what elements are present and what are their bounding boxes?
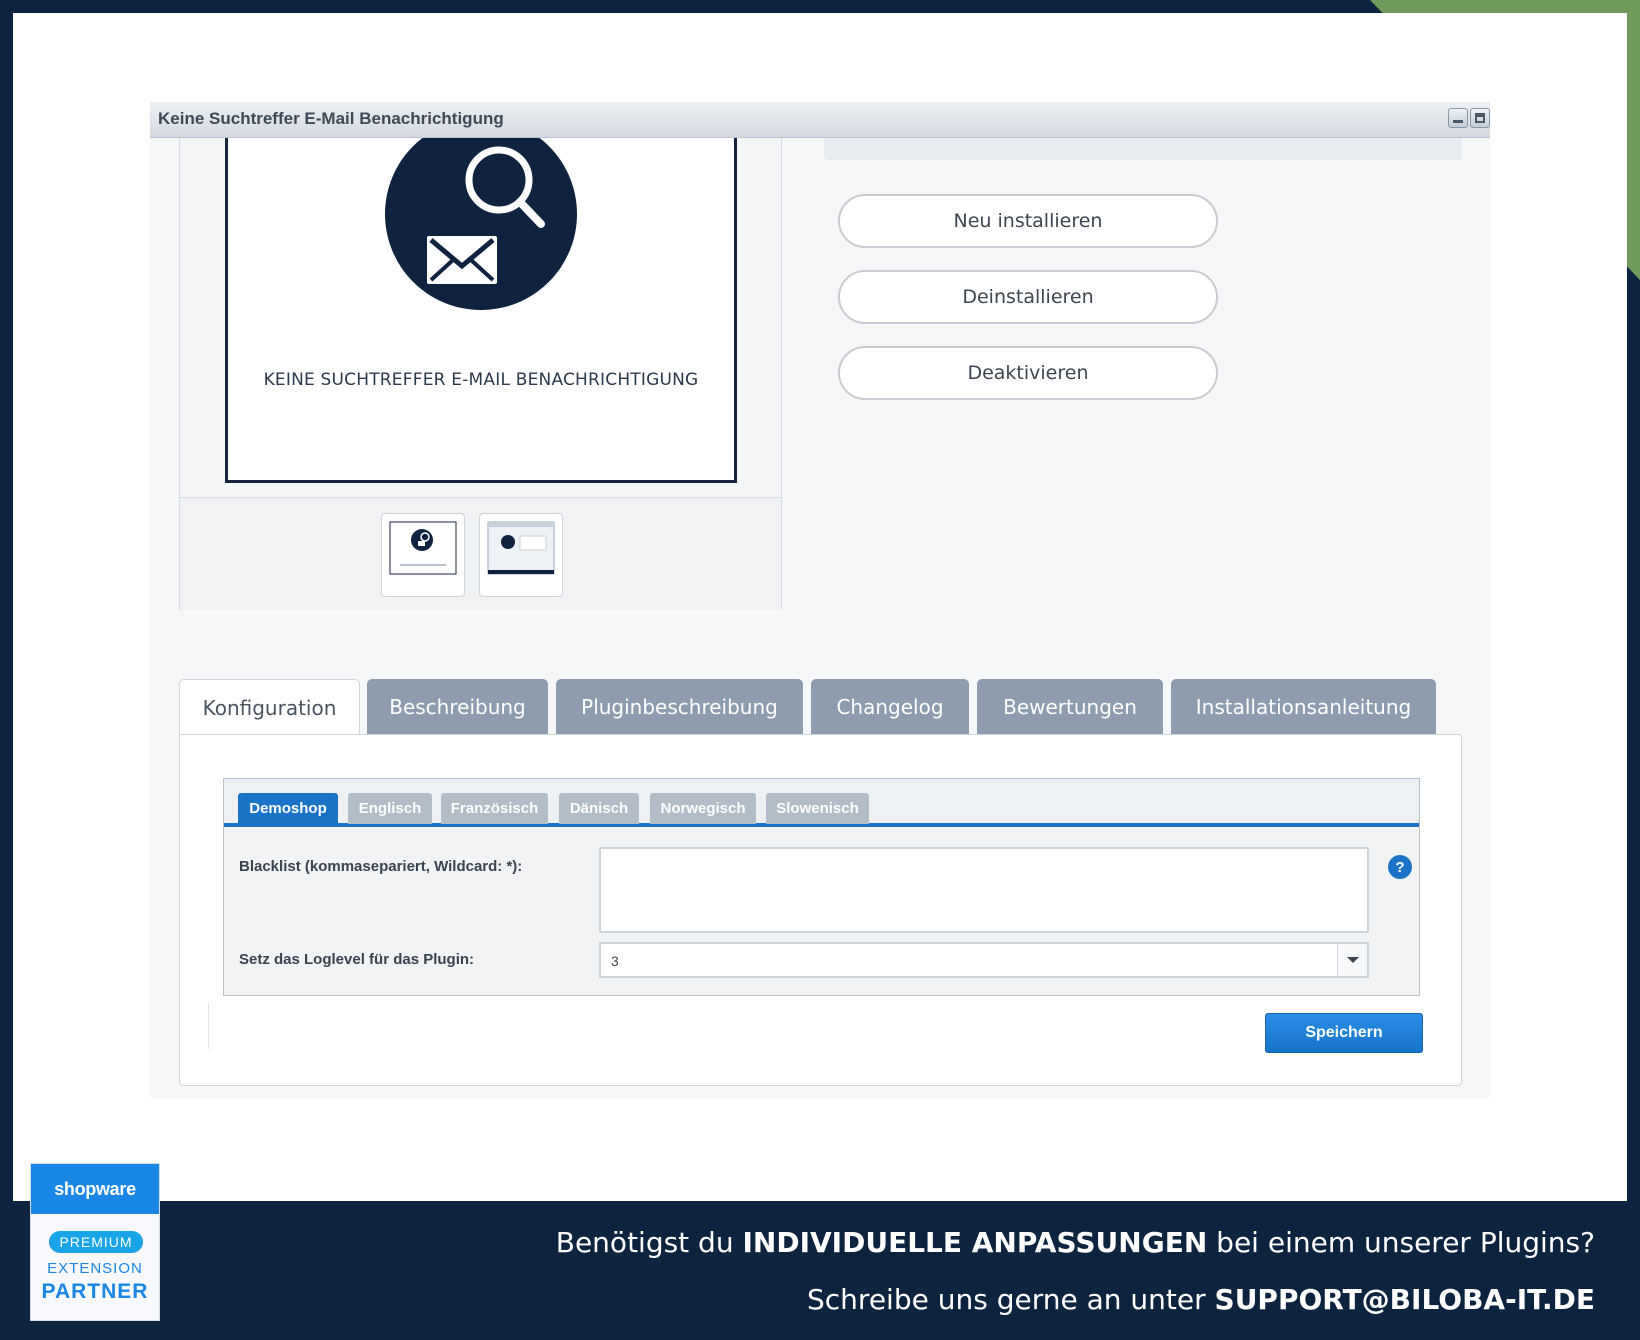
tab-beschreibung[interactable]: Beschreibung (367, 679, 548, 735)
thumbnail-2[interactable] (479, 513, 563, 597)
shop-tabs: Demoshop Englisch Französisch Dänisch No… (224, 779, 1419, 827)
preview-caption: KEINE SUCHTREFFER E-MAIL BENACHRICHTIGUN… (263, 370, 699, 390)
partner-badge: shopware PREMIUM EXTENSION PARTNER (30, 1163, 160, 1321)
search-mail-icon (385, 138, 577, 310)
tab-pluginbeschreibung[interactable]: Pluginbeschreibung (556, 679, 803, 735)
plugin-window: Keine Suchtreffer E-Mail Benachrichtigun… (150, 102, 1490, 1098)
deactivate-button[interactable]: Deaktivieren (838, 346, 1218, 400)
badge-tier: PREMIUM (49, 1231, 143, 1253)
promo-highlight: INDIVIDUELLE ANPASSUNGEN (742, 1226, 1208, 1259)
tab-bewertungen[interactable]: Bewertungen (977, 679, 1163, 735)
badge-extension: EXTENSION (47, 1260, 143, 1277)
support-email: SUPPORT@BILOBA-IT.DE (1214, 1283, 1595, 1316)
loglevel-value: 3 (611, 953, 619, 969)
shop-tab-daenisch[interactable]: Dänisch (559, 793, 639, 824)
tab-installationsanleitung[interactable]: Installationsanleitung (1171, 679, 1436, 735)
tab-konfiguration[interactable]: Konfiguration (179, 679, 360, 736)
badge-partner: PARTNER (41, 1280, 149, 1303)
shop-tab-franzoesisch[interactable]: Französisch (441, 793, 548, 824)
help-icon[interactable]: ? (1388, 855, 1412, 879)
uninstall-button[interactable]: Deinstallieren (838, 270, 1218, 324)
promo-text: Benötigst du (555, 1226, 743, 1259)
thumbnail-image-icon (487, 521, 555, 575)
shop-tab-englisch[interactable]: Englisch (348, 793, 432, 824)
thumbnail-strip (180, 497, 781, 610)
image-gallery: KEINE SUCHTREFFER E-MAIL BENACHRICHTIGUN… (179, 138, 782, 610)
shop-tab-demoshop[interactable]: Demoshop (238, 793, 338, 824)
maximize-icon[interactable] (1470, 108, 1490, 128)
config-form: Demoshop Englisch Französisch Dänisch No… (223, 778, 1420, 996)
window-title: Keine Suchtreffer E-Mail Benachrichtigun… (158, 109, 504, 128)
shopware-logo: shopware (54, 1178, 136, 1199)
blacklist-input[interactable] (599, 847, 1369, 933)
save-button[interactable]: Speichern (1265, 1013, 1423, 1053)
blacklist-label: Blacklist (kommasepariert, Wildcard: *): (239, 858, 523, 875)
chevron-down-icon[interactable] (1337, 944, 1367, 976)
reinstall-button[interactable]: Neu installieren (838, 194, 1218, 248)
promo-line-1: Benötigst du INDIVIDUELLE ANPASSUNGEN be… (556, 1226, 1595, 1259)
promo-line-2: Schreibe uns gerne an unter SUPPORT@BILO… (807, 1283, 1595, 1316)
window-titlebar: Keine Suchtreffer E-Mail Benachrichtigun… (150, 102, 1490, 138)
plugin-preview-image: KEINE SUCHTREFFER E-MAIL BENACHRICHTIGUN… (225, 138, 737, 483)
config-tab-panel: Demoshop Englisch Französisch Dänisch No… (179, 734, 1462, 1086)
thumbnail-1[interactable] (381, 513, 465, 597)
promo-text: bei einem unserer Plugins? (1207, 1226, 1595, 1259)
loglevel-select[interactable]: 3 (599, 942, 1369, 978)
promo-text: Schreibe uns gerne an unter (807, 1283, 1215, 1316)
badge-header: shopware (31, 1164, 159, 1214)
shop-tab-norwegisch[interactable]: Norwegisch (650, 793, 756, 824)
minimize-icon[interactable] (1448, 108, 1468, 128)
loglevel-label: Setz das Loglevel für das Plugin: (239, 951, 475, 968)
divider (208, 1003, 209, 1049)
thumbnail-image-icon (389, 521, 457, 575)
header-strip (824, 138, 1462, 160)
tab-changelog[interactable]: Changelog (811, 679, 969, 735)
shop-tab-slowenisch[interactable]: Slowenisch (766, 793, 869, 824)
